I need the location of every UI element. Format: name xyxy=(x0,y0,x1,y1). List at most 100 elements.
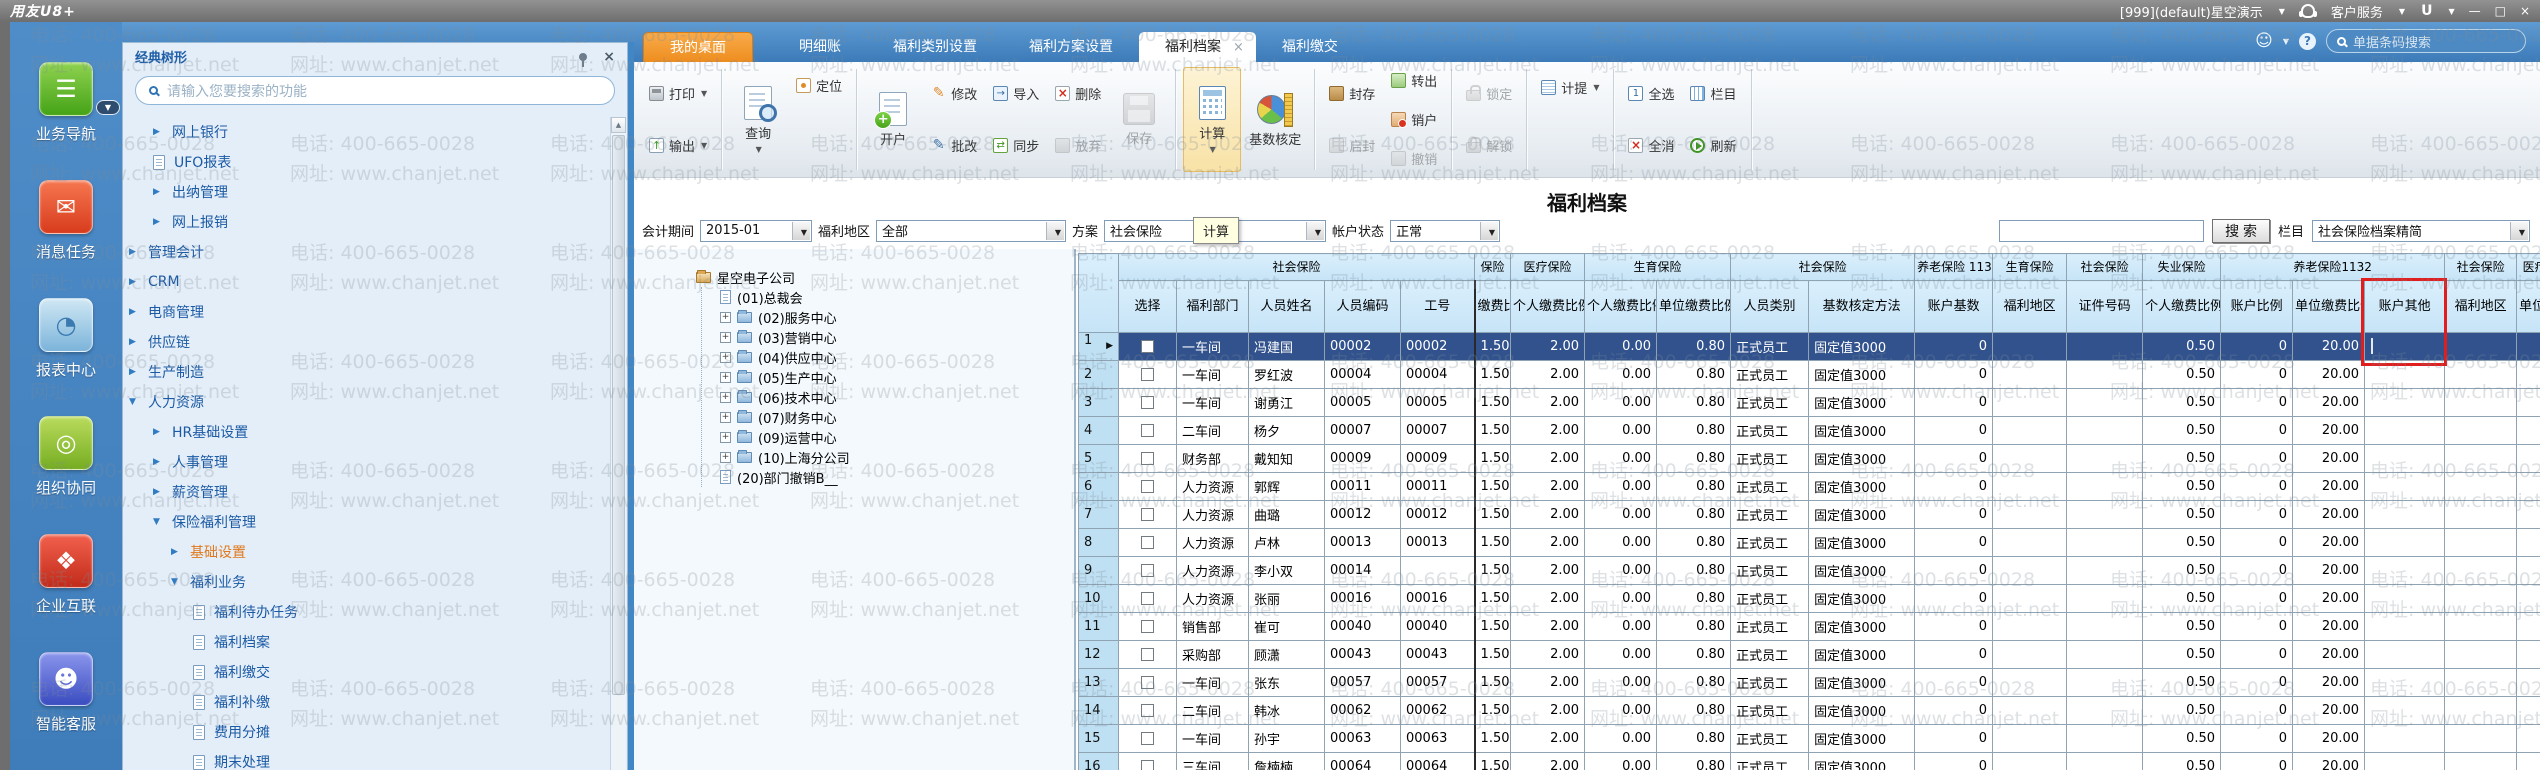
table-row[interactable]: 6人力资源郭辉00011000111.502.000.000.80正式员工固定值… xyxy=(1079,473,2540,501)
sync-button[interactable]: 同步 xyxy=(986,133,1046,158)
cell-福利地区[interactable] xyxy=(2445,529,2517,557)
chevron-collapsed-icon[interactable]: ▶ xyxy=(153,487,163,497)
cell-人员姓名[interactable]: 冯建国 xyxy=(1249,333,1325,361)
cell-账户其他[interactable] xyxy=(2365,557,2445,585)
cell-人员编码[interactable]: 00013 xyxy=(1325,529,1401,557)
cell-人员姓名[interactable]: 曲璐 xyxy=(1249,501,1325,529)
cell-证件号码[interactable] xyxy=(2067,697,2143,725)
cell-证件号码[interactable] xyxy=(2067,529,2143,557)
cell-证件号码[interactable] xyxy=(2067,557,2143,585)
cell-账户基数[interactable]: 0 xyxy=(1915,613,1993,641)
query-button[interactable]: 查询▼ xyxy=(729,67,787,172)
cell-工号[interactable]: 00016 xyxy=(1401,585,1475,613)
org-node-(04)供应中心[interactable]: +(04)供应中心 xyxy=(702,347,1074,367)
cell-个人缴费比例%[interactable]: 0.00 xyxy=(1585,557,1657,585)
cell-账户比例[interactable]: 0 xyxy=(2221,669,2293,697)
column-header-工号[interactable]: 工号 xyxy=(1401,281,1475,333)
cell-单位缴费比例%[interactable]: 20.00 xyxy=(2293,501,2365,529)
cell-个人缴费比例%[interactable]: 0.50 xyxy=(2143,361,2221,389)
revoke-button[interactable]: 撤销 xyxy=(1384,148,1444,169)
cell-缴费比例%[interactable]: 1.50 xyxy=(1475,585,1511,613)
expand-plus-icon[interactable]: + xyxy=(720,392,731,403)
mood-dropdown-icon[interactable]: ▼ xyxy=(2283,37,2289,46)
cell-证件号码[interactable] xyxy=(2067,585,2143,613)
cell-福利部门[interactable]: 人力资源 xyxy=(1177,585,1249,613)
cell-账户基数[interactable]: 0 xyxy=(1915,417,1993,445)
refresh-button[interactable]: 刷新 xyxy=(1683,133,1743,158)
cell-账户其他[interactable] xyxy=(2365,473,2445,501)
cell-缴费比例%[interactable]: 1.50 xyxy=(1475,361,1511,389)
cell-人员姓名[interactable]: 卢林 xyxy=(1249,529,1325,557)
cell-单位缴费比例%[interactable]: 20.00 xyxy=(2293,753,2365,770)
cell-单位缴费比例%[interactable] xyxy=(2517,697,2540,725)
cell-单位缴费比例%[interactable]: 20.00 xyxy=(2293,389,2365,417)
cell-个人缴费比例%[interactable]: 0.50 xyxy=(2143,669,2221,697)
region-select[interactable]: 全部▼ xyxy=(876,220,1066,242)
cell-个人缴费比例%[interactable]: 0.50 xyxy=(2143,445,2221,473)
cell-基数核定方法[interactable]: 固定值3000 xyxy=(1809,417,1915,445)
cell-账户比例[interactable]: 0 xyxy=(2221,697,2293,725)
cell-个人缴费比例%[interactable]: 0.50 xyxy=(2143,417,2221,445)
cell-基数核定方法[interactable]: 固定值3000 xyxy=(1809,473,1915,501)
cell-账户基数[interactable]: 0 xyxy=(1915,445,1993,473)
cell-单位缴费比例%[interactable] xyxy=(2517,473,2540,501)
cell-账户其他[interactable] xyxy=(2365,361,2445,389)
cell-基数核定方法[interactable]: 固定值3000 xyxy=(1809,697,1915,725)
cell-个人缴费比例%[interactable]: 0.00 xyxy=(1585,445,1657,473)
cell-福利地区[interactable] xyxy=(1993,333,2067,361)
cell-单位缴费比例%[interactable]: 20.00 xyxy=(2293,585,2365,613)
pin-icon[interactable] xyxy=(579,53,587,61)
tab-明细账[interactable]: 明细账 xyxy=(773,32,867,62)
cell-选择[interactable] xyxy=(1119,389,1177,417)
nav-tree-item-网上银行[interactable]: ▶网上银行 xyxy=(123,117,610,147)
cell-福利地区[interactable] xyxy=(1993,389,2067,417)
cell-福利地区[interactable] xyxy=(1993,473,2067,501)
nav-tree-item-管理会计[interactable]: ▶管理会计 xyxy=(123,237,610,267)
cell-单位缴费比例%[interactable]: 0.80 xyxy=(1657,613,1731,641)
cell-福利部门[interactable]: 一车间 xyxy=(1177,333,1249,361)
cell-福利地区[interactable] xyxy=(2445,473,2517,501)
cell-账户基数[interactable]: 0 xyxy=(1915,333,1993,361)
u-logo-icon[interactable]: U xyxy=(2421,3,2432,19)
cell-个人缴费比例%[interactable]: 0.50 xyxy=(2143,501,2221,529)
cell-人员类别[interactable]: 正式员工 xyxy=(1731,529,1809,557)
cell-人员编码[interactable]: 00007 xyxy=(1325,417,1401,445)
table-row[interactable]: 14二车间韩冰00062000621.502.000.000.80正式员工固定值… xyxy=(1079,697,2540,725)
cell-人员编码[interactable]: 00016 xyxy=(1325,585,1401,613)
cell-选择[interactable] xyxy=(1119,669,1177,697)
cell-账户比例[interactable]: 0 xyxy=(2221,641,2293,669)
cell-单位缴费比例%[interactable]: 0.80 xyxy=(1657,473,1731,501)
cell-福利地区[interactable] xyxy=(2445,501,2517,529)
cell-基数核定方法[interactable]: 固定值3000 xyxy=(1809,333,1915,361)
cell-账户基数[interactable]: 0 xyxy=(1915,473,1993,501)
cell-工号[interactable]: 00002 xyxy=(1401,333,1475,361)
cell-个人缴费比例%[interactable]: 2.00 xyxy=(1511,501,1585,529)
cell-缴费比例%[interactable]: 1.50 xyxy=(1475,389,1511,417)
row-checkbox[interactable] xyxy=(1141,676,1154,689)
column-header-单位缴费比例%[interactable]: 单位缴费比例% xyxy=(2517,281,2540,333)
cell-个人缴费比例%[interactable]: 2.00 xyxy=(1511,697,1585,725)
chevron-collapsed-icon[interactable]: ▶ xyxy=(129,247,139,257)
cell-单位缴费比例%[interactable] xyxy=(2517,585,2540,613)
org-node-(10)上海分公司[interactable]: +(10)上海分公司 xyxy=(702,447,1074,467)
cell-福利地区[interactable] xyxy=(2445,389,2517,417)
cell-个人缴费比例%[interactable]: 2.00 xyxy=(1511,585,1585,613)
cell-账户其他[interactable] xyxy=(2365,725,2445,753)
cell-个人缴费比例%[interactable]: 0.00 xyxy=(1585,473,1657,501)
cell-福利地区[interactable] xyxy=(2445,557,2517,585)
org-node-(06)技术中心[interactable]: +(06)技术中心 xyxy=(702,387,1074,407)
cell-人员姓名[interactable]: 孙宇 xyxy=(1249,725,1325,753)
cell-证件号码[interactable] xyxy=(2067,725,2143,753)
cell-工号[interactable] xyxy=(1401,557,1475,585)
row-checkbox[interactable] xyxy=(1141,648,1154,661)
expand-plus-icon[interactable]: + xyxy=(720,452,731,463)
cell-工号[interactable]: 00040 xyxy=(1401,613,1475,641)
cell-缴费比例%[interactable]: 1.50 xyxy=(1475,529,1511,557)
table-row[interactable]: 15一车间孙宇00063000631.502.000.000.80正式员工固定值… xyxy=(1079,725,2540,753)
cell-基数核定方法[interactable]: 固定值3000 xyxy=(1809,725,1915,753)
cell-选择[interactable] xyxy=(1119,361,1177,389)
cell-单位缴费比例%[interactable]: 0.80 xyxy=(1657,641,1731,669)
row-number-cell[interactable]: 14 xyxy=(1079,697,1119,725)
cell-个人缴费比例%[interactable]: 0.50 xyxy=(2143,613,2221,641)
cell-福利地区[interactable] xyxy=(1993,361,2067,389)
